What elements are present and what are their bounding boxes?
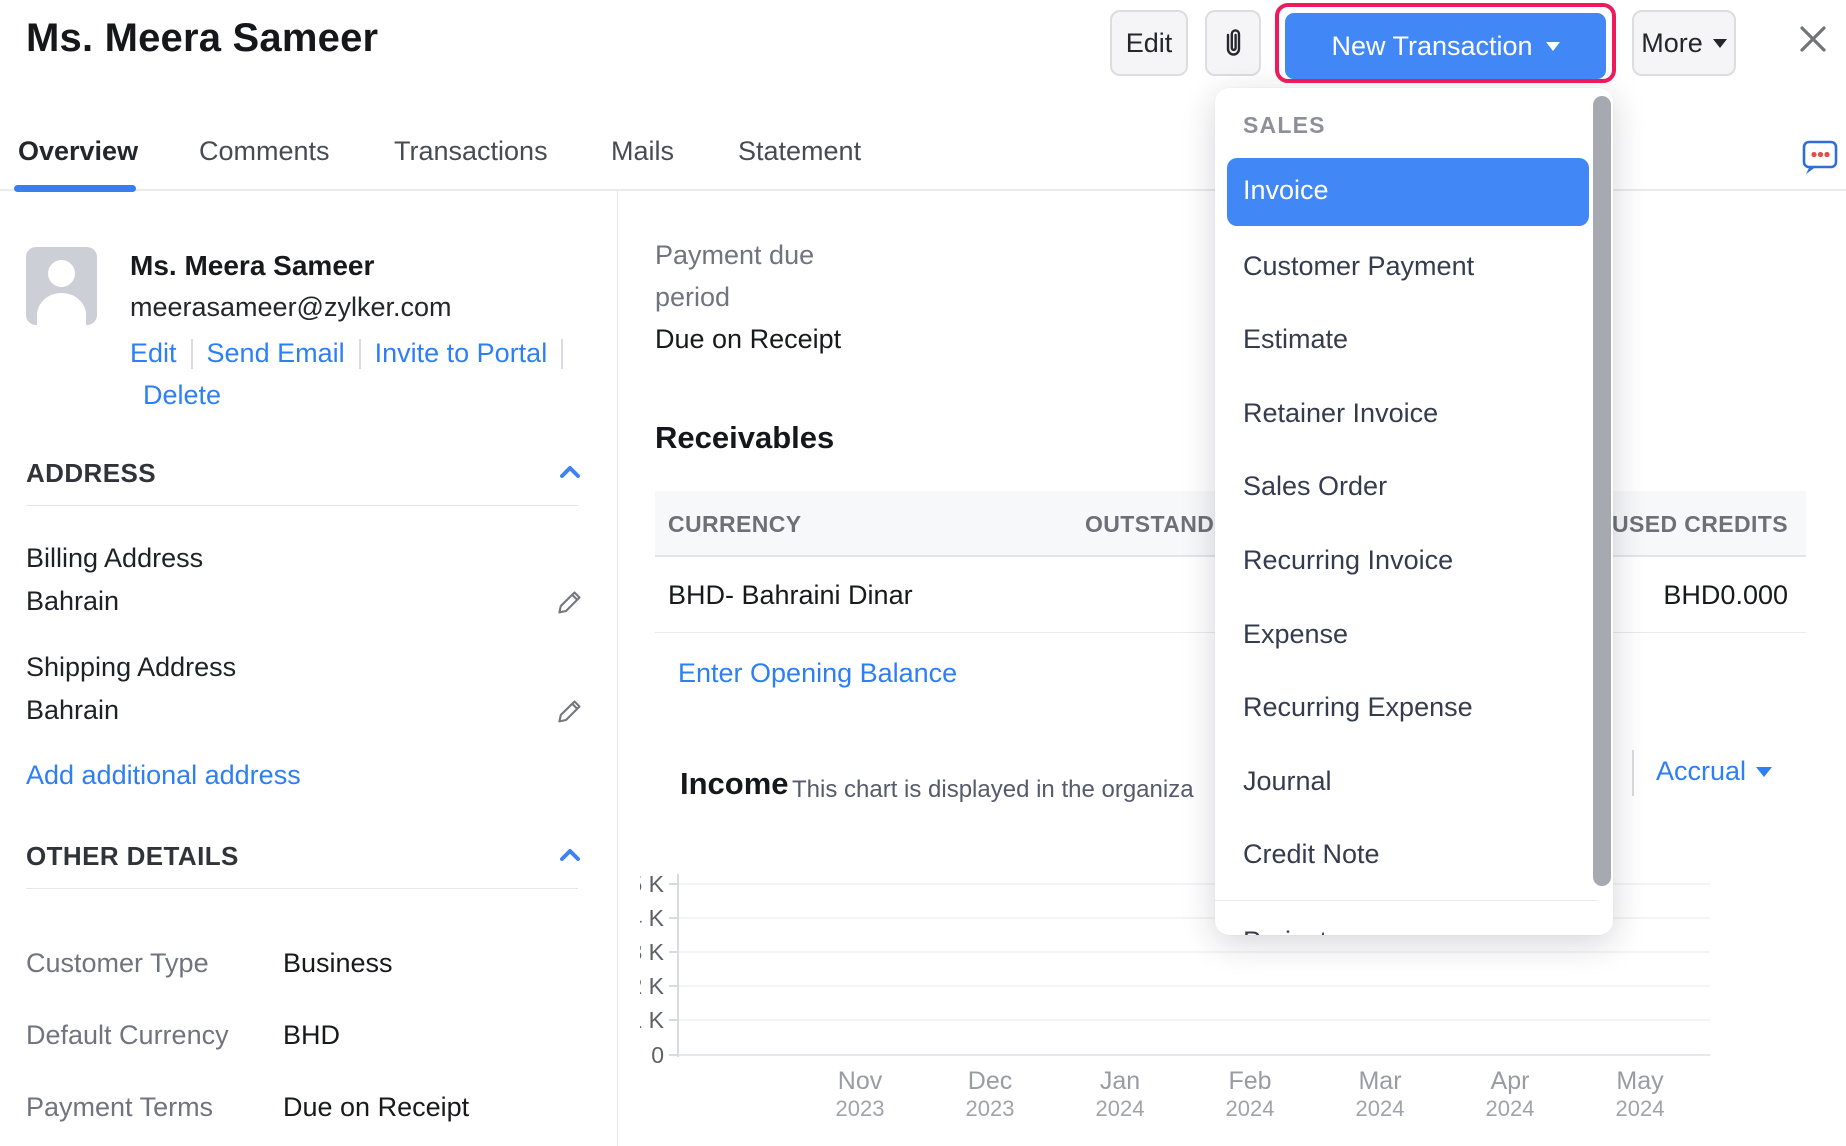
x-tick-year: 2024 — [1616, 1096, 1665, 1121]
x-tick-month: Dec — [968, 1067, 1012, 1095]
customer-type-value: Business — [283, 948, 393, 979]
caret-down-icon — [1546, 42, 1560, 51]
tab-comments[interactable]: Comments — [199, 136, 330, 167]
shipping-address-label: Shipping Address — [26, 652, 236, 683]
menu-item-credit-note[interactable]: Credit Note — [1243, 839, 1380, 870]
collapse-address-icon[interactable] — [558, 464, 582, 480]
page-title: Ms. Meera Sameer — [26, 16, 378, 61]
tab-transactions[interactable]: Transactions — [394, 136, 548, 167]
x-tick-year: 2024 — [1486, 1096, 1535, 1121]
x-tick-year: 2023 — [836, 1096, 885, 1121]
contact-name: Ms. Meera Sameer — [130, 250, 374, 282]
tab-overview[interactable]: Overview — [18, 136, 138, 167]
more-button[interactable]: More — [1632, 10, 1736, 76]
menu-divider — [1215, 900, 1597, 901]
comments-chat-icon[interactable] — [1800, 138, 1840, 178]
tab-statement[interactable]: Statement — [738, 136, 861, 167]
enter-opening-balance-link[interactable]: Enter Opening Balance — [678, 658, 957, 689]
caret-down-icon — [1713, 39, 1727, 48]
y-tick: 0 — [651, 1042, 664, 1068]
customer-type-label: Customer Type — [26, 948, 209, 979]
x-tick-year: 2024 — [1096, 1096, 1145, 1121]
x-tick-month: May — [1616, 1067, 1664, 1095]
delete-contact-link[interactable]: Delete — [143, 380, 221, 411]
active-tab-underline — [14, 185, 136, 192]
payment-due-value: Due on Receipt — [655, 324, 841, 355]
x-tick-month: Mar — [1358, 1067, 1401, 1095]
new-transaction-button[interactable]: New Transaction — [1285, 13, 1606, 79]
x-tick-year: 2024 — [1356, 1096, 1405, 1121]
new-transaction-highlight: New Transaction — [1275, 3, 1616, 83]
edit-button[interactable]: Edit — [1110, 10, 1188, 76]
default-currency-label: Default Currency — [26, 1020, 229, 1051]
menu-item-recurring-expense[interactable]: Recurring Expense — [1243, 692, 1473, 723]
close-icon[interactable] — [1794, 20, 1832, 58]
y-tick: 3 K — [640, 939, 665, 965]
section-divider — [26, 505, 578, 506]
payment-due-label-line2: period — [655, 282, 730, 313]
edit-shipping-address-icon[interactable] — [556, 697, 584, 725]
customer-detail-page: Ms. Meera Sameer Edit New Transaction Mo… — [0, 0, 1846, 1146]
add-additional-address-link[interactable]: Add additional address — [26, 760, 301, 791]
default-currency-value: BHD — [283, 1020, 340, 1051]
avatar — [26, 247, 97, 325]
menu-item-invoice[interactable]: Invoice — [1227, 158, 1589, 226]
payment-due-label-line1: Payment due — [655, 240, 814, 271]
x-tick-month: Apr — [1491, 1067, 1530, 1095]
menu-scrollbar[interactable] — [1593, 96, 1611, 886]
address-section-header: ADDRESS — [26, 458, 156, 489]
x-tick-month: Feb — [1228, 1067, 1271, 1095]
edit-contact-link[interactable]: Edit — [130, 338, 177, 369]
table-row-unused-credits: BHD0.000 — [1663, 580, 1788, 611]
accrual-dropdown[interactable]: Accrual — [1656, 756, 1772, 787]
new-transaction-menu: SALES Invoice Customer Payment Estimate … — [1215, 88, 1613, 935]
attachment-button[interactable] — [1205, 10, 1261, 76]
send-email-link[interactable]: Send Email — [207, 338, 345, 369]
billing-address-label: Billing Address — [26, 543, 203, 574]
accrual-divider — [1632, 750, 1634, 796]
payment-terms-label: Payment Terms — [26, 1092, 213, 1123]
y-tick: 1 K — [640, 1007, 665, 1033]
menu-item-journal[interactable]: Journal — [1243, 766, 1332, 797]
menu-item-sales-order[interactable]: Sales Order — [1243, 471, 1387, 502]
other-details-section-header: OTHER DETAILS — [26, 841, 239, 872]
collapse-other-details-icon[interactable] — [558, 847, 582, 863]
action-separator — [561, 339, 563, 369]
column-currency: CURRENCY — [668, 511, 802, 538]
y-tick: 5 K — [640, 871, 665, 897]
x-tick-year: 2024 — [1226, 1096, 1275, 1121]
contact-actions: Edit Send Email Invite to Portal — [130, 338, 563, 369]
payment-terms-value: Due on Receipt — [283, 1092, 469, 1123]
menu-item-customer-payment[interactable]: Customer Payment — [1243, 251, 1474, 282]
edit-billing-address-icon[interactable] — [556, 588, 584, 616]
y-tick: 4 K — [640, 905, 665, 931]
x-tick-year: 2023 — [966, 1096, 1015, 1121]
billing-address-value: Bahrain — [26, 586, 119, 617]
receivables-title: Receivables — [655, 420, 834, 456]
contact-email: meerasameer@zylker.com — [130, 292, 452, 323]
paperclip-icon — [1218, 25, 1248, 61]
menu-section-sales: SALES — [1243, 112, 1326, 139]
menu-item-partial[interactable]: Project — [1243, 926, 1327, 935]
menu-item-retainer-invoice[interactable]: Retainer Invoice — [1243, 398, 1438, 429]
invite-to-portal-link[interactable]: Invite to Portal — [375, 338, 548, 369]
y-tick: 2 K — [640, 973, 665, 999]
action-separator — [359, 339, 361, 369]
menu-item-expense[interactable]: Expense — [1243, 619, 1348, 650]
menu-item-estimate[interactable]: Estimate — [1243, 324, 1348, 355]
action-separator — [191, 339, 193, 369]
caret-down-icon — [1756, 767, 1772, 777]
left-panel-divider — [617, 191, 618, 1146]
shipping-address-value: Bahrain — [26, 695, 119, 726]
menu-item-recurring-invoice[interactable]: Recurring Invoice — [1243, 545, 1453, 576]
income-title: Income — [680, 766, 789, 802]
x-tick-month: Jan — [1100, 1067, 1140, 1095]
section-divider — [26, 888, 578, 889]
tab-mails[interactable]: Mails — [611, 136, 674, 167]
x-tick-month: Nov — [838, 1067, 883, 1095]
table-row-currency: BHD- Bahraini Dinar — [668, 580, 913, 611]
